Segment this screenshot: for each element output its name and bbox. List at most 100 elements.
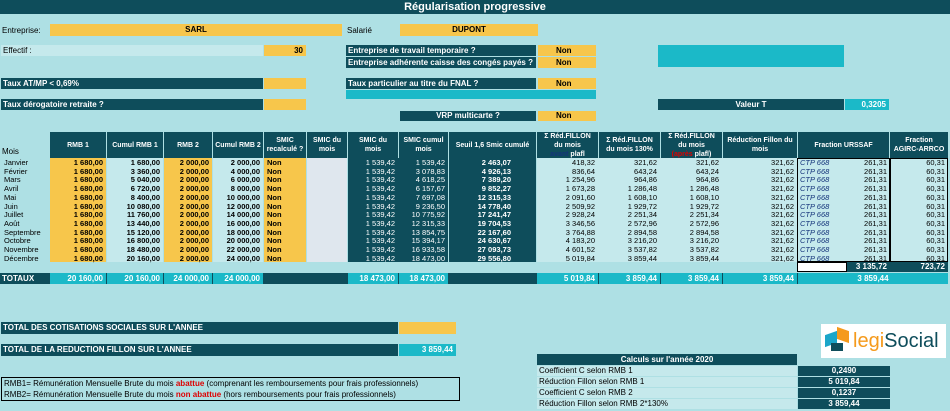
cell-rmb1[interactable]: 1 680,00 (50, 254, 106, 263)
cell-smic-recalc[interactable]: Non (264, 254, 306, 263)
cell-cum-rmb2[interactable]: 10 000,00 (213, 193, 263, 202)
cell-cum-rmb2[interactable]: 20 000,00 (213, 236, 263, 245)
cell-cum-rmb1[interactable]: 13 440,00 (107, 219, 163, 228)
cell-smic-recalc[interactable]: Non (264, 193, 306, 202)
page-title: Régularisation progressive (0, 0, 950, 14)
cell-rmb1[interactable]: 1 680,00 (50, 202, 106, 211)
cell-red1: 2 091,60 (565, 192, 595, 202)
cell-smic-cumul: 16 933,58 (411, 245, 445, 254)
cell-seuil: 29 556,80 (477, 253, 511, 263)
cell-rmb2[interactable]: 2 000,00 (164, 210, 212, 219)
cell-cum-rmb2[interactable]: 2 000,00 (213, 158, 263, 167)
cell-smic-recalc[interactable]: Non (264, 228, 306, 237)
cell-cum-rmb1[interactable]: 15 120,00 (107, 228, 163, 237)
cell-smic-cumul: 13 854,75 (411, 227, 445, 237)
cell-rmb1[interactable]: 1 680,00 (50, 158, 106, 167)
cell-cum-rmb2[interactable]: 18 000,00 (213, 228, 263, 237)
temp-field[interactable]: Non (538, 45, 596, 56)
totaux-label: TOTAUX (2, 274, 35, 283)
logo-text-b: Social (884, 330, 939, 352)
cell-cum-rmb1[interactable]: 3 360,00 (107, 167, 163, 176)
cell-rmb1[interactable]: 1 680,00 (50, 245, 106, 254)
cell-mois: Mars (4, 175, 21, 185)
cell-cum-rmb1[interactable]: 8 400,00 (107, 193, 163, 202)
effectif-label: Effectif : (1, 45, 263, 56)
cell-rmb2[interactable]: 2 000,00 (164, 236, 212, 245)
cell-rmb1[interactable]: 1 680,00 (50, 184, 106, 193)
cell-smic-cumul: 12 315,33 (411, 218, 445, 228)
temp-question: Entreprise de travail temporaire ? (346, 45, 536, 56)
cell-red2: 321,62 (634, 158, 657, 167)
cell-rmb2[interactable]: 2 000,00 (164, 228, 212, 237)
cell-rmb1[interactable]: 1 680,00 (50, 219, 106, 228)
cell-cum-rmb1[interactable]: 20 160,00 (107, 254, 163, 263)
cell-smic-recalc[interactable]: Non (264, 245, 306, 254)
cell-smic-mois: 1 539,42 (365, 210, 395, 220)
cell-cum-rmb2[interactable]: 8 000,00 (213, 184, 263, 193)
cell-smic-recalc[interactable]: Non (264, 219, 306, 228)
cell-smic-recalc[interactable]: Non (264, 167, 306, 176)
cell-cum-rmb2[interactable]: 6 000,00 (213, 175, 263, 184)
cell-red1: 418,32 (572, 158, 595, 167)
cell-rmb2[interactable]: 2 000,00 (164, 219, 212, 228)
cell-smic-recalc[interactable]: Non (264, 236, 306, 245)
vrp-field[interactable]: Non (538, 111, 596, 121)
cell-rmb2[interactable]: 2 000,00 (164, 184, 212, 193)
cell-rmb1[interactable]: 1 680,00 (50, 193, 106, 202)
cell-cum-rmb1[interactable]: 16 800,00 (107, 236, 163, 245)
header-mois: Mois (2, 147, 19, 156)
cell-rmb2[interactable]: 2 000,00 (164, 254, 212, 263)
cell-red1: 4 601,52 (565, 245, 595, 254)
cell-red4: 321,62 (771, 210, 794, 220)
cell-smic-recalc[interactable]: Non (264, 175, 306, 184)
cell-rmb1[interactable]: 1 680,00 (50, 167, 106, 176)
cell-rmb2[interactable]: 2 000,00 (164, 245, 212, 254)
cell-red3: 1 286,48 (689, 184, 719, 194)
cell-ctp: CTP 668 (800, 201, 830, 211)
cell-rmb1[interactable]: 1 680,00 (50, 210, 106, 219)
cell-mois: Mai (4, 192, 17, 202)
cell-red4: 321,62 (771, 253, 794, 263)
cell-cum-rmb2[interactable]: 4 000,00 (213, 167, 263, 176)
cell-rmb2[interactable]: 2 000,00 (164, 158, 212, 167)
header-cum-rmb2: Cumul RMB 2 (213, 132, 263, 158)
cell-cum-rmb2[interactable]: 14 000,00 (213, 210, 263, 219)
effectif-field[interactable]: 30 (264, 45, 306, 56)
header-urssaf: Fraction URSSAF (798, 132, 889, 158)
cell-rmb2[interactable]: 2 000,00 (164, 167, 212, 176)
fnal-field[interactable]: Non (538, 78, 596, 89)
salarie-field[interactable]: DUPONT (400, 24, 538, 36)
cell-smic-recalc[interactable]: Non (264, 202, 306, 211)
cell-cum-rmb1[interactable]: 10 080,00 (107, 202, 163, 211)
cell-cum-rmb2[interactable]: 22 000,00 (213, 245, 263, 254)
cell-rmb1[interactable]: 1 680,00 (50, 236, 106, 245)
conges-field[interactable]: Non (538, 57, 596, 68)
cell-cum-rmb1[interactable]: 11 760,00 (107, 210, 163, 219)
cell-cum-rmb1[interactable]: 5 040,00 (107, 175, 163, 184)
cell-smic-recalc[interactable]: Non (264, 158, 306, 167)
logo-icon (825, 326, 849, 353)
taux-atmp-field[interactable] (264, 78, 306, 89)
cell-red1: 2 509,92 (565, 201, 595, 211)
cell-rmb2[interactable]: 2 000,00 (164, 193, 212, 202)
cell-cum-rmb1[interactable]: 6 720,00 (107, 184, 163, 193)
cell-rmb2[interactable]: 2 000,00 (164, 202, 212, 211)
cell-red3: 964,86 (696, 175, 719, 185)
taux-derog-field[interactable] (264, 99, 306, 110)
cell-cum-rmb2[interactable]: 16 000,00 (213, 219, 263, 228)
cell-smic-recalc[interactable]: Non (264, 184, 306, 193)
cell-cum-rmb2[interactable]: 12 000,00 (213, 202, 263, 211)
cell-urssaf: 261,31 (864, 175, 887, 185)
cell-mois: Juin (4, 201, 18, 211)
cell-ctp: CTP 668 (800, 227, 830, 237)
cell-cum-rmb2[interactable]: 24 000,00 (213, 254, 263, 263)
cell-cum-rmb1[interactable]: 18 480,00 (107, 245, 163, 254)
cell-cum-rmb1[interactable]: 1 680,00 (107, 158, 163, 167)
cell-smic-recalc[interactable]: Non (264, 210, 306, 219)
cell-rmb1[interactable]: 1 680,00 (50, 228, 106, 237)
cell-smic-mois: 1 539,42 (365, 184, 395, 194)
entreprise-field[interactable]: SARL (50, 24, 342, 36)
note-rmb1-rest: (comprenant les remboursements pour frai… (204, 379, 419, 388)
cell-rmb1[interactable]: 1 680,00 (50, 175, 106, 184)
cell-rmb2[interactable]: 2 000,00 (164, 175, 212, 184)
